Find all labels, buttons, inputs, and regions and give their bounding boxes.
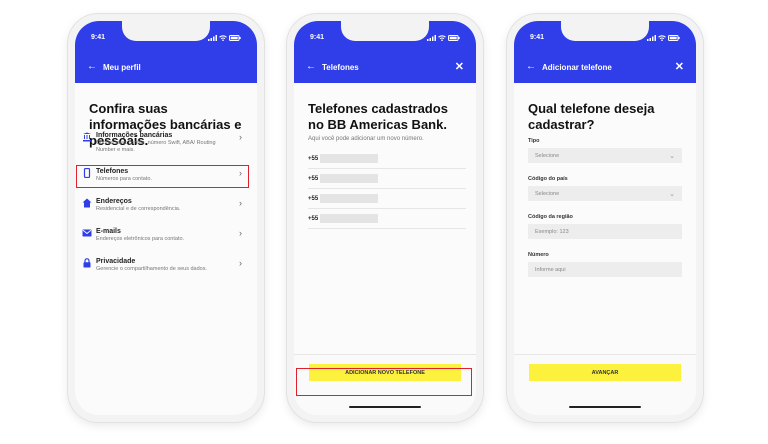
list-item[interactable]: +55 <box>308 149 466 169</box>
header-bar: 9:41 ← Meu perfil <box>75 21 257 83</box>
mail-icon <box>82 229 92 237</box>
phone-add-phone: 9:41 ← Adicionar telefone ✕ Qual telefon… <box>507 14 703 422</box>
wifi-icon <box>438 35 446 41</box>
lock-icon <box>83 258 91 268</box>
input-placeholder: Exemplo: 123 <box>535 228 569 235</box>
status-icons <box>647 35 680 41</box>
menu-item-emails[interactable]: E-mails Endereços eletrônicos para conta… <box>82 227 242 253</box>
back-arrow-icon[interactable]: ← <box>306 62 316 72</box>
profile-menu: Informações bancárias Confira suas conta… <box>82 131 242 293</box>
redacted-number <box>320 154 379 163</box>
add-phone-form: Tipo Selecione ⌄ Código do país Selecione… <box>528 138 682 290</box>
phone-list: +55 +55 +55 +55 <box>308 149 466 229</box>
list-item[interactable]: +55 <box>308 189 466 209</box>
bottom-bar: AVANÇAR <box>514 354 696 415</box>
menu-label: Privacidade <box>96 258 136 265</box>
nav-bar: ← Telefones ✕ <box>306 60 464 74</box>
page-title: Qual telefone deseja cadastrar? <box>528 101 655 132</box>
redacted-number <box>320 174 379 183</box>
redacted-number <box>320 194 379 203</box>
field-label-area: Código da região <box>528 214 573 220</box>
redacted-number <box>320 214 379 223</box>
country-code-select[interactable]: Selecione ⌄ <box>528 186 682 201</box>
notch <box>341 21 429 41</box>
chevron-right-icon: › <box>239 258 242 268</box>
field-label-country: Código do país <box>528 176 568 182</box>
home-icon <box>82 198 92 208</box>
area-code-input[interactable]: Exemplo: 123 <box>528 224 682 239</box>
list-item[interactable]: +55 <box>308 169 466 189</box>
screen-phones-list: 9:41 ← Telefones ✕ Telefones cadastrados… <box>294 21 476 415</box>
select-value: Selecione <box>535 152 560 159</box>
nav-title: Meu perfil <box>103 62 141 72</box>
select-value: Selecione <box>535 190 560 197</box>
nav-bar: ← Adicionar telefone ✕ <box>526 60 684 74</box>
nav-bar: ← Meu perfil <box>87 60 245 74</box>
battery-icon <box>229 35 241 41</box>
close-icon[interactable]: ✕ <box>455 62 464 73</box>
chevron-right-icon: › <box>239 198 242 208</box>
chevron-down-icon: ⌄ <box>669 152 675 160</box>
header-bar: 9:41 ← Adicionar telefone ✕ <box>514 21 696 83</box>
chevron-right-icon: › <box>239 228 242 238</box>
status-icons <box>427 35 460 41</box>
close-icon[interactable]: ✕ <box>675 62 684 73</box>
battery-icon <box>448 35 460 41</box>
type-select[interactable]: Selecione ⌄ <box>528 148 682 163</box>
nav-title: Adicionar telefone <box>542 62 612 72</box>
country-code: +55 <box>308 175 319 182</box>
header-bar: 9:41 ← Telefones ✕ <box>294 21 476 83</box>
menu-item-privacy[interactable]: Privacidade Gerencie o compartilhamento … <box>82 257 242 289</box>
menu-sublabel: Endereços eletrônicos para contato. <box>96 236 185 242</box>
phone-phones-list: 9:41 ← Telefones ✕ Telefones cadastrados… <box>287 14 483 422</box>
country-code: +55 <box>308 215 319 222</box>
field-label-type: Tipo <box>528 138 540 144</box>
signal-icon <box>427 35 436 41</box>
field-label-number: Número <box>528 252 549 258</box>
status-time: 9:41 <box>91 34 106 41</box>
signal-icon <box>647 35 656 41</box>
screen-add-phone: 9:41 ← Adicionar telefone ✕ Qual telefon… <box>514 21 696 415</box>
menu-label: Endereços <box>96 198 132 205</box>
battery-icon <box>668 35 680 41</box>
nav-title: Telefones <box>322 62 359 72</box>
number-input[interactable]: Informe aqui <box>528 262 682 277</box>
page-title: Telefones cadastrados no BB Americas Ban… <box>308 101 448 132</box>
next-button[interactable]: AVANÇAR <box>529 364 681 381</box>
home-indicator <box>349 405 421 408</box>
status-icons <box>208 35 241 41</box>
wifi-icon <box>658 35 666 41</box>
input-placeholder: Informe aqui <box>535 266 566 273</box>
back-arrow-icon[interactable]: ← <box>87 62 97 72</box>
country-code: +55 <box>308 155 319 162</box>
menu-sublabel: Residencial e de correspondência. <box>96 206 181 212</box>
intro-text: Aqui você pode adicionar um novo número. <box>308 136 424 142</box>
list-item[interactable]: +55 <box>308 209 466 229</box>
highlight-box-phones <box>76 165 249 188</box>
highlight-box-add-button <box>296 368 472 396</box>
menu-item-bank-info[interactable]: Informações bancárias Confira suas conta… <box>82 131 242 163</box>
chevron-right-icon: › <box>239 132 242 142</box>
wifi-icon <box>219 35 227 41</box>
menu-label: Informações bancárias <box>96 132 173 139</box>
status-time: 9:41 <box>310 34 325 41</box>
menu-sublabel: Confira suas contas, número Swift, ABA/ … <box>96 140 216 153</box>
menu-sublabel: Gerencie o compartilhamento de seus dado… <box>96 266 207 272</box>
notch <box>561 21 649 41</box>
signal-icon <box>208 35 217 41</box>
chevron-down-icon: ⌄ <box>669 190 675 198</box>
country-code: +55 <box>308 195 319 202</box>
home-indicator <box>569 405 641 408</box>
back-arrow-icon[interactable]: ← <box>526 62 536 72</box>
menu-label: E-mails <box>96 228 121 235</box>
menu-item-addresses[interactable]: Endereços Residencial e de correspondênc… <box>82 197 242 223</box>
notch <box>122 21 210 41</box>
bank-icon <box>83 132 91 142</box>
status-time: 9:41 <box>530 34 545 41</box>
